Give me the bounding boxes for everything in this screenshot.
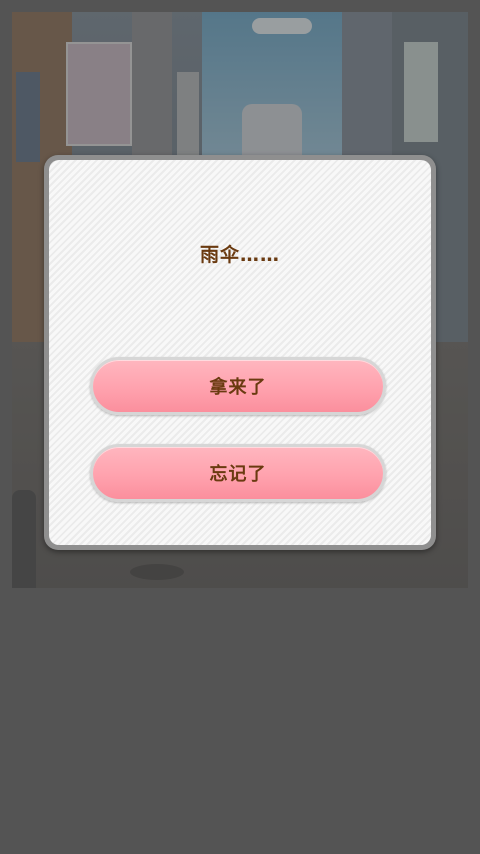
dialog-prompt: 雨伞…… xyxy=(199,244,280,266)
choice-button-forgot-it[interactable]: 忘记了 xyxy=(90,444,386,502)
choice-button-label: 拿来了 xyxy=(209,377,267,398)
game-screen: 雨伞…… 拿来了 忘记了 xyxy=(0,0,480,854)
choice-button-brought-it[interactable]: 拿来了 xyxy=(90,357,386,415)
choice-button-label: 忘记了 xyxy=(209,464,267,485)
choice-dialog: 雨伞…… 拿来了 忘记了 xyxy=(44,155,436,550)
dialog-panel: 雨伞…… 拿来了 忘记了 xyxy=(49,160,431,545)
